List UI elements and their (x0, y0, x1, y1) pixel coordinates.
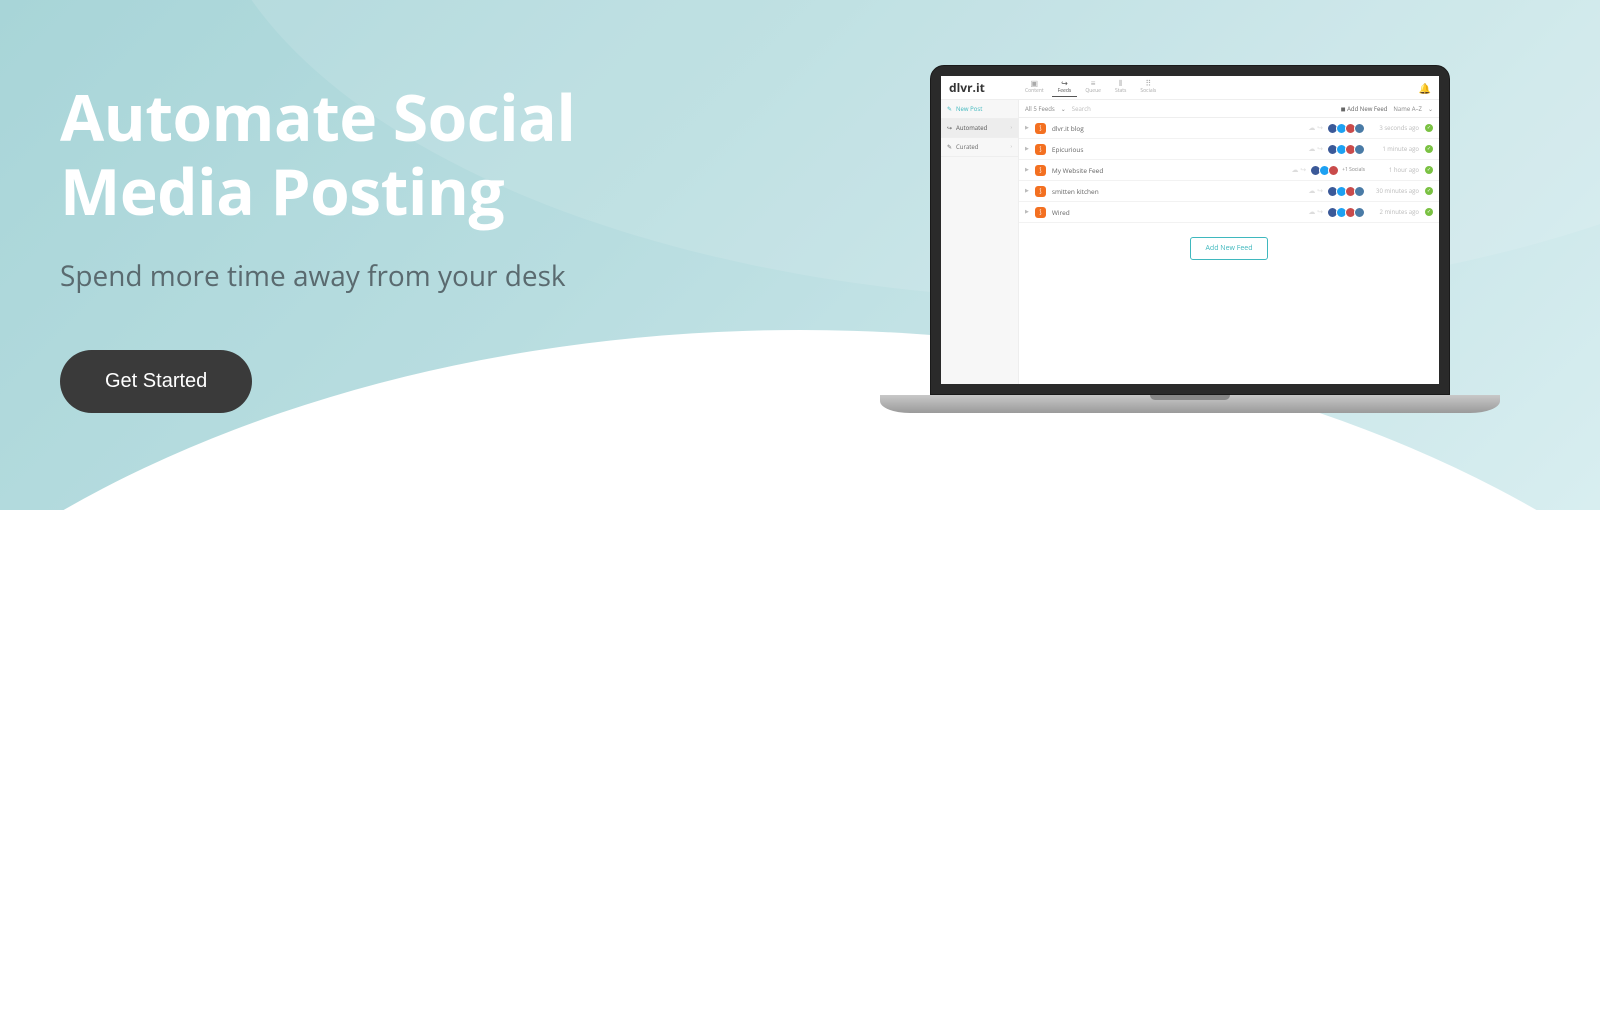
chevron-right-icon: › (1010, 144, 1012, 150)
nav-socials[interactable]: ⠿ Socials (1134, 78, 1162, 97)
laptop-bezel: dlvr.it ▣ Content ↪ Feeds ≡ Queue (930, 65, 1450, 395)
wand-icon: ✎ (947, 143, 952, 151)
extra-socials: +1 Socials (1342, 167, 1365, 173)
social-avatars (1329, 186, 1365, 197)
feed-time: 2 minutes ago (1371, 208, 1419, 216)
app-logo[interactable]: dlvr.it (949, 79, 1019, 96)
hero-title-line2: Media Posting (60, 147, 504, 234)
feed-name: My Website Feed (1052, 166, 1132, 175)
feed-row[interactable]: ▶ ⟆ smitten kitchen ☁ ↪ 30 minutes ago ✓ (1019, 181, 1439, 202)
chevron-right-icon: › (1010, 125, 1012, 131)
sidebar-new-post[interactable]: ✎ New Post (941, 100, 1018, 119)
main-panel: All 5 Feeds ⌄ Search ◼ Add New Feed Name… (1019, 100, 1439, 384)
rss-icon: ⟆ (1035, 123, 1046, 134)
nav-label: Socials (1140, 88, 1156, 94)
social-avatars (1329, 123, 1365, 134)
hero-subtitle: Spend more time away from your desk (60, 257, 575, 295)
add-new-feed-button[interactable]: Add New Feed (1190, 237, 1267, 260)
nav-label: Queue (1085, 88, 1101, 94)
status-ok-icon: ✓ (1425, 187, 1433, 195)
search-input[interactable]: Search (1072, 105, 1335, 113)
row-actions[interactable]: ☁ ↪ (1308, 124, 1323, 133)
feed-name: smitten kitchen (1052, 187, 1132, 196)
hero-content: Automate Social Media Posting Spend more… (60, 80, 575, 413)
social-avatars: +1 Socials (1312, 165, 1365, 176)
filter-label: All 5 Feeds (1025, 105, 1055, 113)
nav-label: Stats (1115, 88, 1126, 94)
plus-icon: ◼ (1341, 105, 1346, 113)
notifications-icon[interactable]: 🔔 (1419, 81, 1431, 95)
chevron-down-icon: ⌄ (1428, 105, 1433, 113)
row-actions[interactable]: ☁ ↪ (1291, 166, 1306, 175)
app-screenshot: dlvr.it ▣ Content ↪ Feeds ≡ Queue (941, 76, 1439, 384)
sidebar-label: Curated (956, 143, 978, 151)
rss-icon: ⟆ (1035, 144, 1046, 155)
feed-list: ▶ ⟆ dlvr.it blog ☁ ↪ 3 seconds ago ✓ ▶ ⟆ (1019, 118, 1439, 223)
feed-time: 1 hour ago (1371, 166, 1419, 174)
feed-row[interactable]: ▶ ⟆ My Website Feed ☁ ↪ +1 Socials 1 hou… (1019, 160, 1439, 181)
feed-name: dlvr.it blog (1052, 124, 1132, 133)
sidebar-label: New Post (956, 105, 982, 113)
laptop-base (880, 395, 1500, 413)
expand-icon[interactable]: ▶ (1025, 209, 1029, 215)
status-ok-icon: ✓ (1425, 208, 1433, 216)
row-actions[interactable]: ☁ ↪ (1308, 208, 1323, 217)
expand-icon[interactable]: ▶ (1025, 125, 1029, 131)
sidebar: ✎ New Post ↪ Automated › ✎ Curated › (941, 100, 1019, 384)
feed-name: Wired (1052, 208, 1132, 217)
feed-row[interactable]: ▶ ⟆ dlvr.it blog ☁ ↪ 3 seconds ago ✓ (1019, 118, 1439, 139)
feeds-filter-dropdown[interactable]: All 5 Feeds ⌄ (1025, 105, 1066, 113)
feed-row[interactable]: ▶ ⟆ Epicurious ☁ ↪ 1 minute ago ✓ (1019, 139, 1439, 160)
feeds-toolbar: All 5 Feeds ⌄ Search ◼ Add New Feed Name… (1019, 100, 1439, 118)
nav-content[interactable]: ▣ Content (1019, 78, 1050, 97)
rss-icon: ⟆ (1035, 165, 1046, 176)
primary-nav: ▣ Content ↪ Feeds ≡ Queue ⫴ Stats (1019, 78, 1419, 97)
row-actions[interactable]: ☁ ↪ (1308, 145, 1323, 154)
row-actions[interactable]: ☁ ↪ (1308, 187, 1323, 196)
add-new-feed-link[interactable]: ◼ Add New Feed (1341, 105, 1388, 113)
expand-icon[interactable]: ▶ (1025, 146, 1029, 152)
get-started-button[interactable]: Get Started (60, 350, 252, 413)
expand-icon[interactable]: ▶ (1025, 188, 1029, 194)
feed-time: 30 minutes ago (1371, 187, 1419, 195)
nav-stats[interactable]: ⫴ Stats (1109, 78, 1132, 97)
nav-feeds[interactable]: ↪ Feeds (1052, 78, 1078, 97)
content-icon: ▣ (1031, 80, 1039, 88)
rss-icon: ⟆ (1035, 186, 1046, 197)
hero-title: Automate Social Media Posting (60, 80, 575, 227)
feed-row[interactable]: ▶ ⟆ Wired ☁ ↪ 2 minutes ago ✓ (1019, 202, 1439, 223)
share-icon: ↪ (947, 124, 952, 132)
feeds-icon: ↪ (1061, 80, 1068, 88)
stats-icon: ⫴ (1119, 80, 1122, 88)
status-ok-icon: ✓ (1425, 124, 1433, 132)
nav-queue[interactable]: ≡ Queue (1079, 78, 1107, 97)
feed-time: 1 minute ago (1371, 145, 1419, 153)
queue-icon: ≡ (1091, 80, 1096, 88)
nav-label: Feeds (1058, 88, 1072, 94)
sort-dropdown[interactable]: Name A–Z ⌄ (1393, 105, 1433, 113)
feed-name: Epicurious (1052, 145, 1132, 154)
sort-label: Name A–Z (1393, 105, 1422, 113)
sidebar-item-automated[interactable]: ↪ Automated › (941, 119, 1018, 138)
feed-time: 3 seconds ago (1371, 124, 1419, 132)
sidebar-item-curated[interactable]: ✎ Curated › (941, 138, 1018, 157)
socials-icon: ⠿ (1145, 80, 1151, 88)
app-topbar: dlvr.it ▣ Content ↪ Feeds ≡ Queue (941, 76, 1439, 100)
status-ok-icon: ✓ (1425, 166, 1433, 174)
social-avatars (1329, 144, 1365, 155)
laptop-mockup: dlvr.it ▣ Content ↪ Feeds ≡ Queue (930, 65, 1500, 413)
nav-label: Content (1025, 88, 1044, 94)
expand-icon[interactable]: ▶ (1025, 167, 1029, 173)
rss-icon: ⟆ (1035, 207, 1046, 218)
sidebar-label: Automated (956, 124, 987, 132)
status-ok-icon: ✓ (1425, 145, 1433, 153)
chevron-down-icon: ⌄ (1061, 105, 1066, 113)
social-avatars (1329, 207, 1365, 218)
pencil-icon: ✎ (947, 105, 952, 113)
add-feed-label: Add New Feed (1347, 105, 1387, 113)
